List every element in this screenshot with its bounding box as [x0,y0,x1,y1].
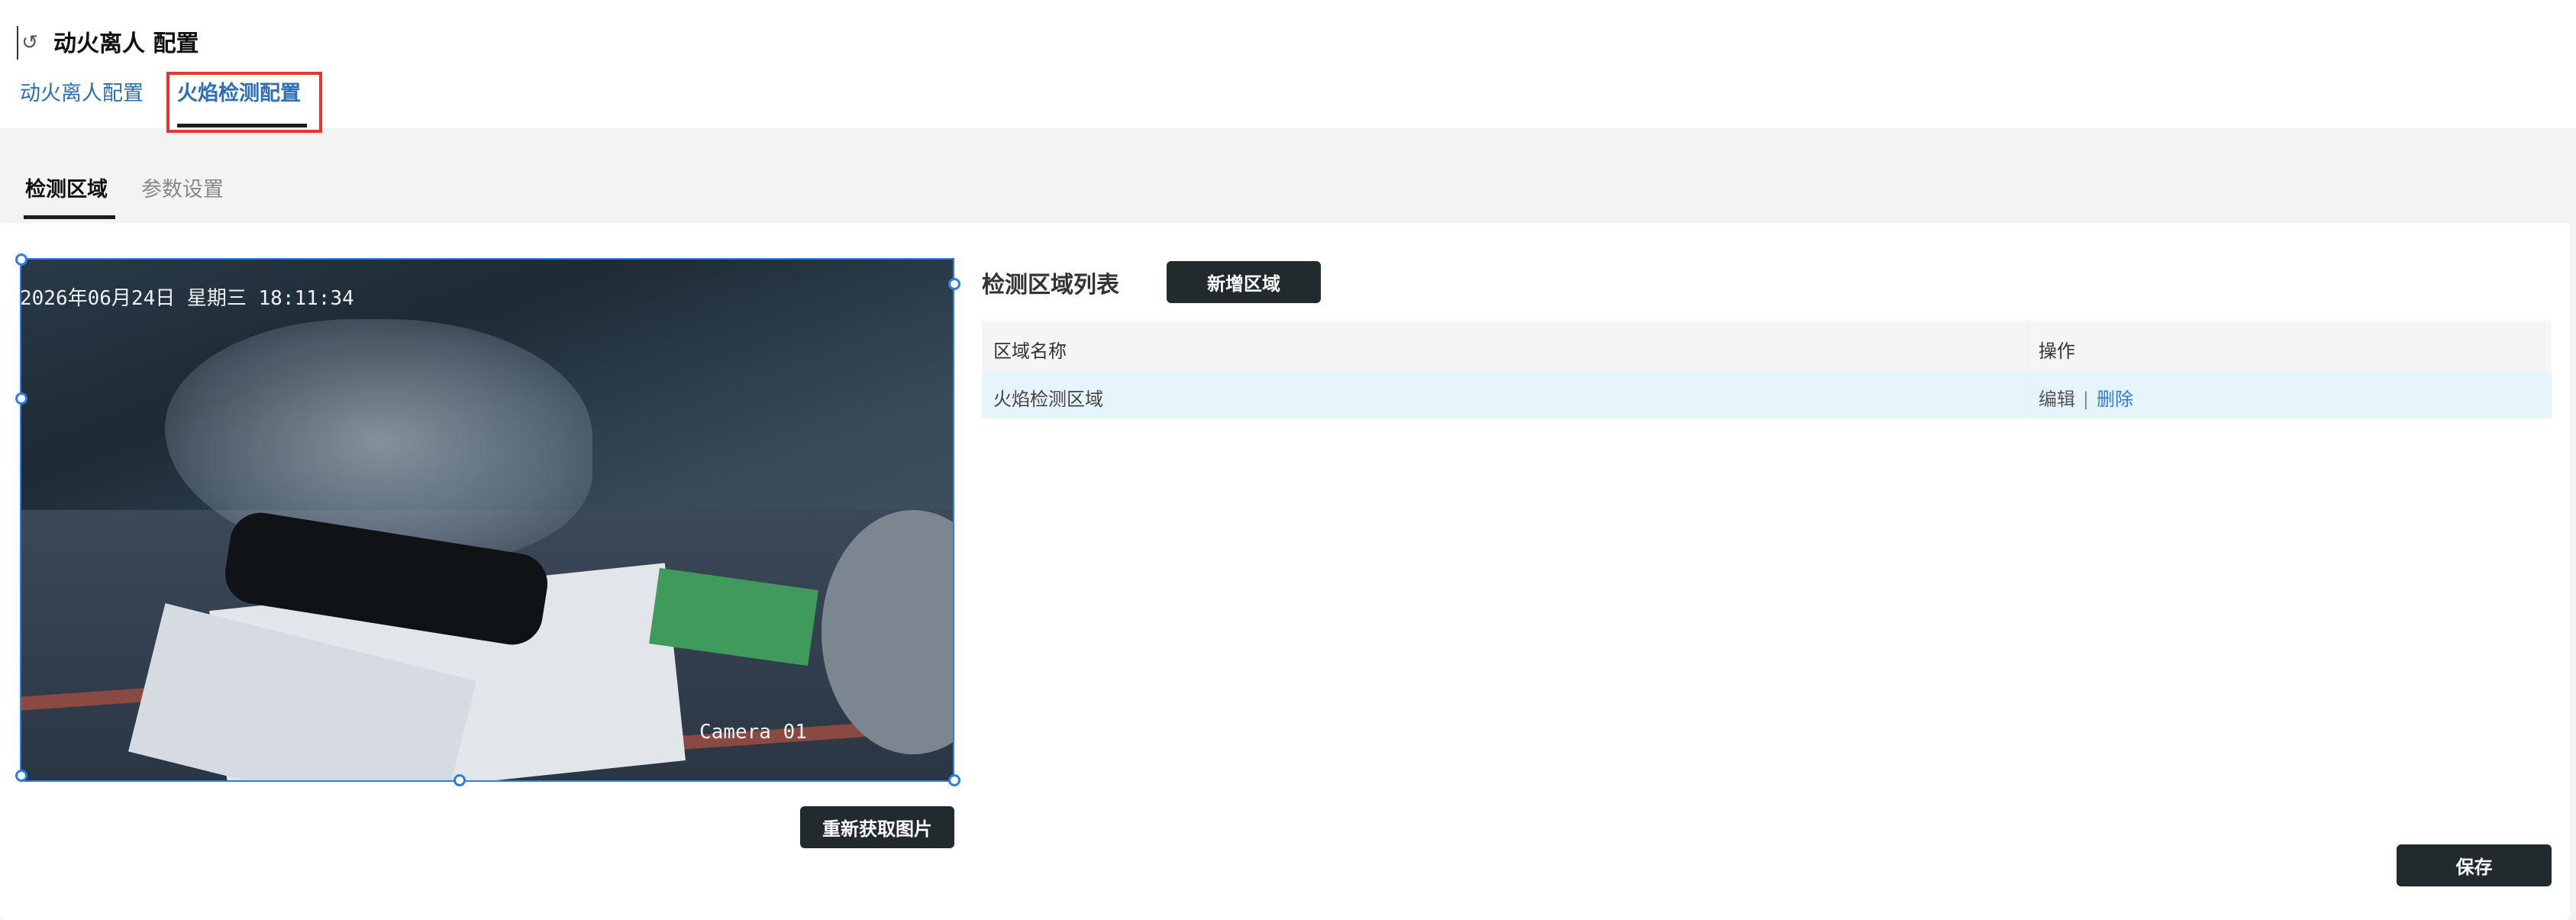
page-title: 动火离人 配置 [53,31,199,57]
refresh-image-button[interactable]: 重新获取图片 [800,806,954,848]
region-handle[interactable] [948,774,960,786]
tab-parameter-settings[interactable]: 参数设置 [141,173,224,202]
column-header-region-name: 区域名称 [993,341,1067,362]
column-divider [2028,321,2029,418]
region-handle[interactable] [454,774,466,786]
tab-dynamic-fire-config[interactable]: 动火离人配置 [20,76,144,106]
delete-link[interactable]: 删除 [2097,389,2133,410]
tab-detection-area[interactable]: 检测区域 [25,173,108,202]
page-header: ↺ 动火离人 配置 动火离人配置 火焰检测配置 [0,0,2576,133]
action-separator: | [2083,389,2090,410]
actions-cell: 编辑 | 删除 [2039,384,2133,411]
add-region-button[interactable]: 新增区域 [1167,261,1321,303]
region-handle[interactable] [15,253,27,266]
active-subtab-indicator [24,215,115,219]
table-row[interactable]: 火焰检测区域 编辑 | 删除 [982,371,2552,418]
region-list-title: 检测区域列表 [982,272,1119,299]
column-header-actions: 操作 [2039,341,2075,362]
region-handle[interactable] [15,770,27,782]
table-header: 区域名称 操作 [982,321,2552,372]
region-name-cell: 火焰检测区域 [993,389,1103,410]
back-icon[interactable]: ↺ [17,26,41,60]
save-button[interactable]: 保存 [2397,844,2552,886]
edit-link[interactable]: 编辑 [2039,389,2075,410]
region-handle[interactable] [15,392,27,405]
highlight-box [166,72,322,133]
detection-region-outline[interactable] [20,258,954,782]
region-handle[interactable] [948,278,960,290]
